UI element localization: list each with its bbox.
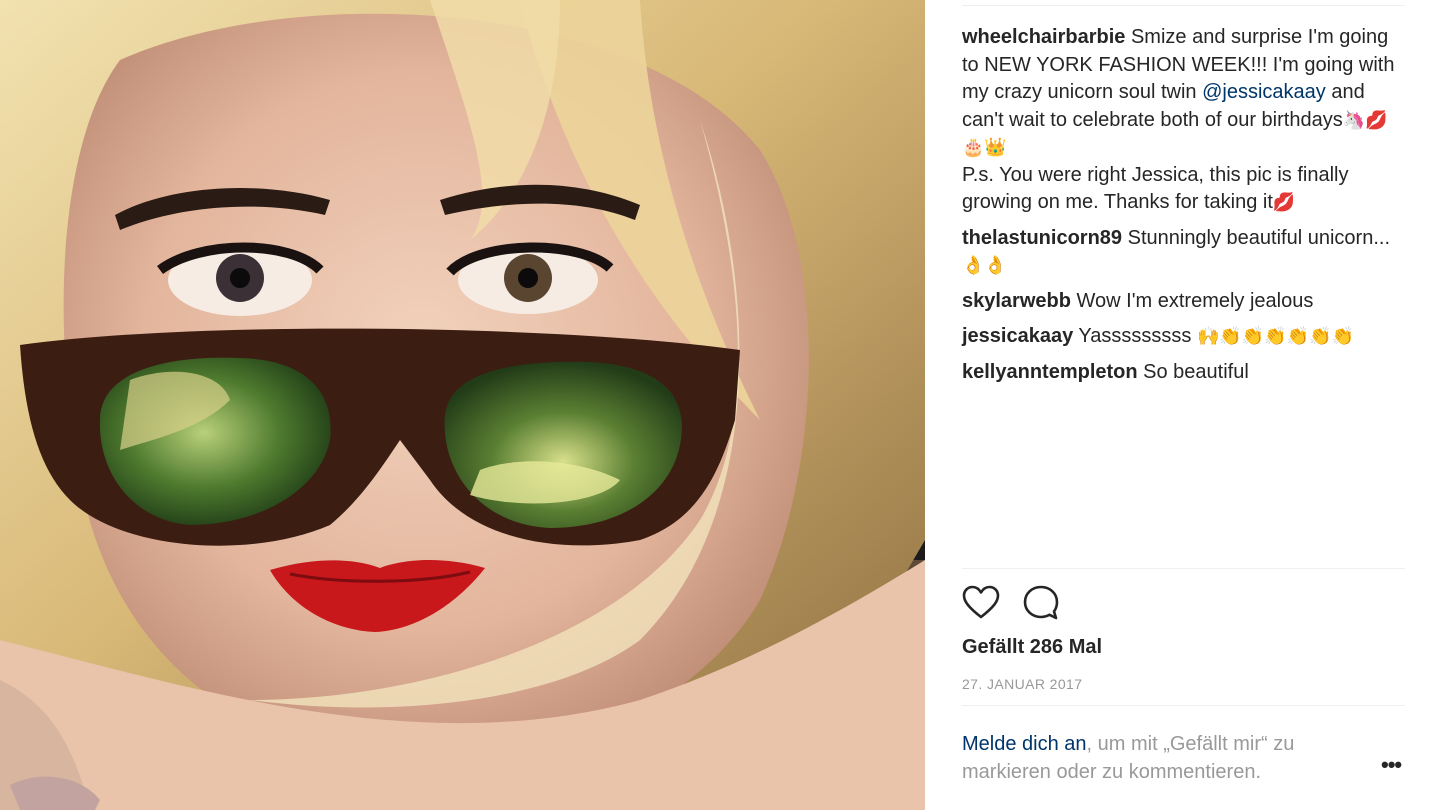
caption-text: wheelchairbarbie Smize and surprise I'm … [962,24,1407,162]
comment-caption: wheelchairbarbie Smize and surprise I'm … [962,24,1407,217]
heart-icon[interactable] [962,584,1000,624]
comment-item: thelastunicorn89 Stunningly beautiful un… [962,225,1407,280]
divider [962,705,1405,706]
divider [962,5,1405,6]
comment-emoji: 👌👌 [962,255,1007,276]
caption-ps: P.s. You were right Jessica, this pic is… [962,162,1407,217]
comment-username[interactable]: thelastunicorn89 [962,227,1122,249]
post-actions [962,584,1060,624]
post-photo-illustration [0,0,925,810]
post-sidebar: wheelchairbarbie Smize and surprise I'm … [925,0,1440,810]
comment-item: jessicakaay Yasssssssss 🙌👏👏👏👏👏👏 [962,323,1407,351]
mention-link[interactable]: @jessicakaay [1202,81,1326,103]
login-prompt: Melde dich an, um mit „Gefällt mir“ zu m… [962,730,1362,786]
comment-username[interactable]: kellyanntempleton [962,361,1138,383]
comment-item: skylarwebb Wow I'm extremely jealous [962,288,1407,316]
comment-icon[interactable] [1022,584,1060,624]
comment-emoji: 🙌👏👏👏👏👏👏 [1196,326,1354,347]
comment-username[interactable]: skylarwebb [962,290,1071,312]
post-photo [0,0,925,810]
login-link[interactable]: Melde dich an [962,733,1087,755]
comment-text: Stunningly beautiful unicorn... [1122,226,1390,249]
comment-item: kellyanntempleton So beautiful [962,359,1407,387]
comments-list: wheelchairbarbie Smize and surprise I'm … [962,24,1407,394]
caption-ps-emoji: 💋 [1272,192,1296,213]
comment-username[interactable]: wheelchairbarbie [962,26,1125,48]
divider [962,568,1405,569]
comment-text: So beautiful [1137,360,1249,383]
comment-username[interactable]: jessicakaay [962,325,1073,347]
post-date: 27. JANUAR 2017 [962,676,1083,692]
comment-text: Wow I'm extremely jealous [1070,289,1314,312]
likes-count[interactable]: Gefällt 286 Mal [962,636,1102,659]
more-options-icon[interactable]: ••• [1381,752,1402,778]
comment-text: Yasssssssss [1073,325,1197,347]
